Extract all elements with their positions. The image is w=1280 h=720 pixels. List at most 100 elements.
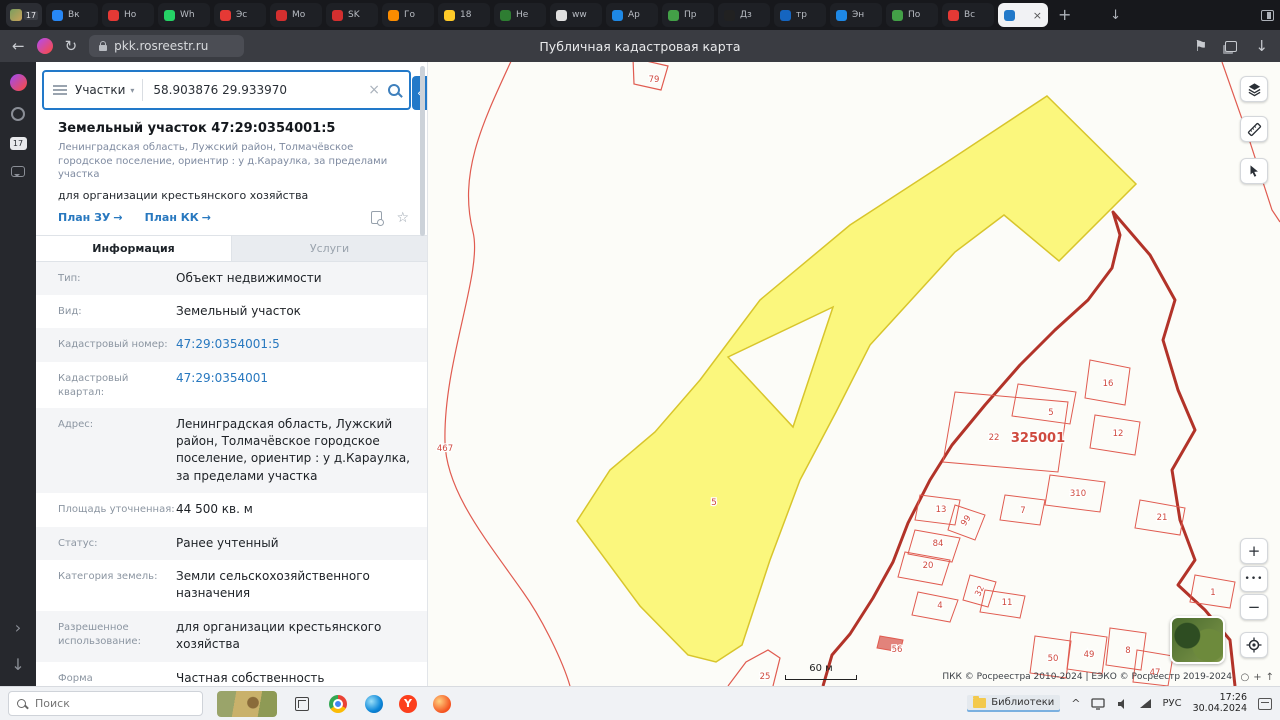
doc-preview-icon[interactable] (371, 211, 382, 224)
browser-tab[interactable]: 18 (438, 3, 490, 27)
ruler-button[interactable] (1240, 116, 1268, 142)
profile-tab[interactable]: 17 (6, 3, 42, 27)
tab-favicon (332, 10, 343, 21)
tab-favicon (612, 10, 623, 21)
browser-tab[interactable]: Эн (830, 3, 882, 27)
tab-information[interactable]: Информация (36, 236, 232, 261)
circle-icon[interactable]: ○ (1240, 672, 1249, 683)
identify-button[interactable] (1240, 158, 1268, 184)
map-canvas[interactable]: 7946755161222325001310211399784203211415… (428, 62, 1280, 686)
refresh-button[interactable]: ↻ (65, 39, 78, 54)
info-row-value[interactable]: 47:29:0354001 (176, 370, 268, 387)
layers-button[interactable] (1240, 76, 1268, 102)
info-row-label: Кадастровый квартал: (58, 370, 176, 400)
browser-tab[interactable]: Вк (46, 3, 98, 27)
attribution-icons: ○ + ↑ (1240, 672, 1274, 683)
zoom-out-button[interactable]: − (1240, 594, 1268, 620)
browser-tab[interactable]: SK (326, 3, 378, 27)
taskbar-search-input[interactable] (33, 696, 194, 711)
hamburger-icon[interactable] (53, 85, 67, 95)
parcel-outline[interactable] (1012, 384, 1076, 424)
browser-tab[interactable]: Ар (606, 3, 658, 27)
sidebar-download-icon[interactable]: ↓ (11, 655, 24, 674)
geolocation-button[interactable] (1240, 632, 1268, 658)
bookmark-flag-button[interactable]: ⚑ (1194, 39, 1207, 54)
search-icon[interactable] (388, 84, 400, 96)
browser-tab[interactable]: ww (550, 3, 602, 27)
zoom-in-button[interactable]: + (1240, 538, 1268, 564)
tab-label: тр (796, 10, 807, 20)
tray-expand-icon[interactable]: ^ (1071, 697, 1080, 710)
parcel-label: 13 (936, 505, 947, 515)
language-indicator[interactable]: РУС (1162, 698, 1181, 709)
browser-tab[interactable]: тр (774, 3, 826, 27)
parcel-label: 22 (989, 433, 1000, 443)
browser-tab[interactable]: Го (382, 3, 434, 27)
browser-tab[interactable]: Но (102, 3, 154, 27)
browser-tab[interactable]: Вс (942, 3, 994, 27)
favorite-star-icon[interactable]: ☆ (396, 211, 409, 225)
parcel-label: 84 (933, 539, 944, 549)
scale-label: 60 м (785, 663, 857, 674)
browser-toolbar: ← ↻ pkk.rosreestr.ru Публичная кадастров… (0, 30, 1280, 62)
sidebar-expand-icon[interactable]: › (15, 618, 21, 637)
news-widget-thumbnail[interactable] (217, 691, 277, 717)
plus-icon[interactable]: + (1253, 672, 1261, 683)
tray-display-icon[interactable] (1091, 698, 1105, 710)
yandex-avatar-icon[interactable] (37, 38, 53, 54)
active-tab[interactable]: × (998, 3, 1048, 27)
address-bar[interactable]: pkk.rosreestr.ru (89, 35, 244, 57)
edge-button[interactable] (363, 693, 385, 715)
browser-tab[interactable]: Дз (718, 3, 770, 27)
clear-search-icon[interactable]: × (368, 82, 380, 98)
arrow-icon: → (202, 211, 211, 224)
panel-scrollbar[interactable] (420, 66, 425, 236)
clock-time: 17:26 (1193, 693, 1247, 704)
new-tab-button[interactable]: + (1058, 7, 1071, 23)
search-input[interactable] (151, 82, 360, 98)
tab-close-icon[interactable]: × (1033, 9, 1042, 22)
parcel-outline[interactable] (728, 650, 780, 686)
parcel-label: 56 (892, 645, 903, 655)
taskbar-right: Библиотеки ^ РУС 17:26 30.04.2024 (967, 693, 1272, 715)
plan-kk-link[interactable]: План КК → (145, 211, 211, 224)
ruler-icon (1247, 122, 1262, 137)
browser-tab[interactable]: По (886, 3, 938, 27)
zoom-options-button[interactable]: ••• (1240, 566, 1268, 592)
tray-sound-icon[interactable] (1116, 698, 1129, 710)
basemap-thumbnail[interactable] (1170, 616, 1225, 664)
browser-tab[interactable]: Мо (270, 3, 322, 27)
search-category-select[interactable]: Участки ▾ (75, 83, 134, 97)
tab-panels-icon[interactable] (1261, 10, 1274, 21)
plan-zu-link[interactable]: План ЗУ → (58, 211, 123, 224)
taskbar-search[interactable] (8, 691, 203, 716)
info-row-value[interactable]: 47:29:0354001:5 (176, 336, 280, 353)
collections-button[interactable] (1225, 41, 1237, 52)
messenger-icon[interactable] (11, 166, 25, 177)
tray-network-icon[interactable] (1140, 699, 1151, 708)
arrow-up-icon[interactable]: ↑ (1266, 672, 1274, 683)
services-icon[interactable] (11, 107, 25, 121)
browser-tab[interactable]: Эс (214, 3, 266, 27)
chrome-button[interactable] (327, 693, 349, 715)
selected-parcel-polygon[interactable] (577, 96, 1136, 662)
parcel-outline[interactable] (912, 592, 958, 622)
browser-tab[interactable]: Пр (662, 3, 714, 27)
alice-icon[interactable] (10, 74, 27, 91)
downloads-icon[interactable]: ↓ (1110, 8, 1121, 23)
browser-tab[interactable]: Не (494, 3, 546, 27)
downloads-button[interactable]: ↓ (1255, 39, 1268, 54)
libraries-task-button[interactable]: Библиотеки (967, 695, 1060, 712)
tab-services[interactable]: Услуги (232, 236, 427, 261)
page-title: Публичная кадастровая карта (539, 39, 740, 54)
browser-orange-button[interactable] (431, 693, 453, 715)
back-button[interactable]: ← (12, 39, 25, 54)
browser-tab[interactable]: Wh (158, 3, 210, 27)
task-view-button[interactable] (291, 693, 313, 715)
search-panel: Участки ▾ × (42, 70, 411, 110)
notification-center-button[interactable] (1258, 698, 1272, 710)
tabs-count-badge[interactable]: 17 (10, 137, 27, 150)
info-row-value: Земли сельскохозяйственного назначения (176, 568, 411, 603)
clock[interactable]: 17:26 30.04.2024 (1193, 693, 1247, 715)
yandex-browser-button[interactable]: Y (399, 695, 417, 713)
